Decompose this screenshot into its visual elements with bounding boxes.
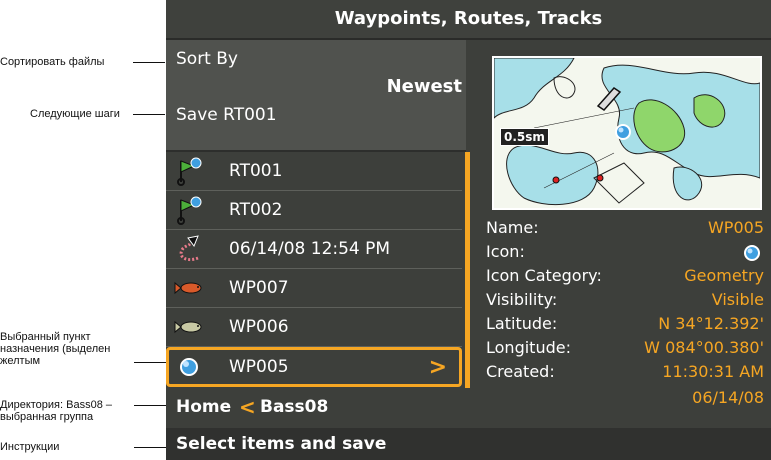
breadcrumb: Home < Bass08 — [166, 392, 771, 424]
detail-label: Longitude: — [486, 338, 571, 357]
detail-label: Icon Category: — [486, 266, 602, 285]
annotation-instructions: Инструкции — [0, 441, 60, 453]
annotation-selected: Выбранный пункт назначения (выделен желт… — [0, 331, 111, 367]
sort-value[interactable]: Newest — [387, 76, 462, 97]
waypoint-sphere-icon — [180, 358, 198, 376]
list-item-label: WP006 — [229, 317, 289, 337]
fish-icon — [174, 281, 202, 295]
list-item[interactable]: RT002 — [166, 191, 462, 230]
detail-name: Name: WP005 — [486, 218, 764, 242]
leader-line — [133, 62, 165, 63]
map-preview: 0.5sm — [492, 56, 762, 210]
file-panel: Sort By Newest Save RT001 RT001 RT002 06… — [166, 40, 470, 392]
detail-value: W 084°00.380' — [644, 338, 764, 357]
annotation-sort: Сортировать файлы — [0, 56, 105, 68]
chevron-right-icon[interactable]: > — [429, 355, 447, 380]
scrollbar[interactable] — [465, 152, 470, 388]
route-flag-icon — [177, 196, 202, 225]
detail-value: WP005 — [707, 218, 764, 237]
instructions-text: Select items and save — [176, 434, 387, 454]
page-title: Waypoints, Routes, Tracks — [166, 0, 771, 40]
list-item-label: WP007 — [229, 278, 289, 298]
instructions-bar: Select items and save — [166, 428, 771, 460]
annotation-directory: Директория: Bass08 – выбранная группа — [0, 399, 112, 423]
route-flag-icon — [177, 157, 202, 186]
detail-label: Latitude: — [486, 314, 558, 333]
sort-label: Sort By — [176, 49, 238, 69]
list-item[interactable]: 06/14/08 12:54 PM — [166, 230, 462, 269]
list-item-label: RT001 — [229, 161, 283, 181]
annotation-next-steps: Следующие шаги — [30, 108, 120, 120]
detail-value: N 34°12.392' — [658, 314, 764, 333]
detail-created: Created: 11:30:31 AM — [486, 362, 764, 386]
leader-line — [134, 447, 166, 448]
detail-label: Icon: — [486, 242, 525, 261]
leader-line — [134, 405, 166, 406]
map-scale: 0.5sm — [500, 128, 549, 146]
breadcrumb-home[interactable]: Home — [176, 397, 231, 417]
save-button[interactable]: Save RT001 — [176, 105, 277, 125]
detail-visibility: Visibility: Visible — [486, 290, 764, 314]
waypoint-sphere-icon — [744, 245, 760, 261]
track-icon — [179, 235, 199, 262]
list-item-label: WP005 — [229, 357, 289, 377]
list-item[interactable]: WP007 — [166, 269, 462, 308]
fish-icon — [174, 320, 202, 334]
sort-box[interactable]: Sort By Newest Save RT001 — [166, 40, 466, 152]
leader-line — [134, 362, 166, 363]
detail-latitude: Latitude: N 34°12.392' — [486, 314, 764, 338]
chevron-left-icon: < — [239, 395, 256, 419]
list-item[interactable]: RT001 — [166, 152, 462, 191]
leader-line — [133, 114, 165, 115]
detail-category: Icon Category: Geometry — [486, 266, 764, 290]
device-screen: Waypoints, Routes, Tracks Sort By Newest… — [166, 0, 771, 460]
list-item-selected[interactable]: WP005 > — [166, 347, 462, 387]
detail-value: Visible — [711, 290, 764, 309]
detail-label: Created: — [486, 362, 555, 381]
detail-value: Geometry — [684, 266, 764, 285]
list-item-label: RT002 — [229, 200, 283, 220]
breadcrumb-group[interactable]: Bass08 — [260, 397, 328, 417]
list-item[interactable]: WP006 — [166, 308, 462, 347]
detail-icon: Icon: — [486, 242, 764, 266]
detail-label: Name: — [486, 218, 539, 237]
detail-label: Visibility: — [486, 290, 558, 309]
detail-value: 11:30:31 AM — [662, 362, 764, 381]
detail-longitude: Longitude: W 084°00.380' — [486, 338, 764, 362]
list-item-label: 06/14/08 12:54 PM — [229, 239, 391, 259]
